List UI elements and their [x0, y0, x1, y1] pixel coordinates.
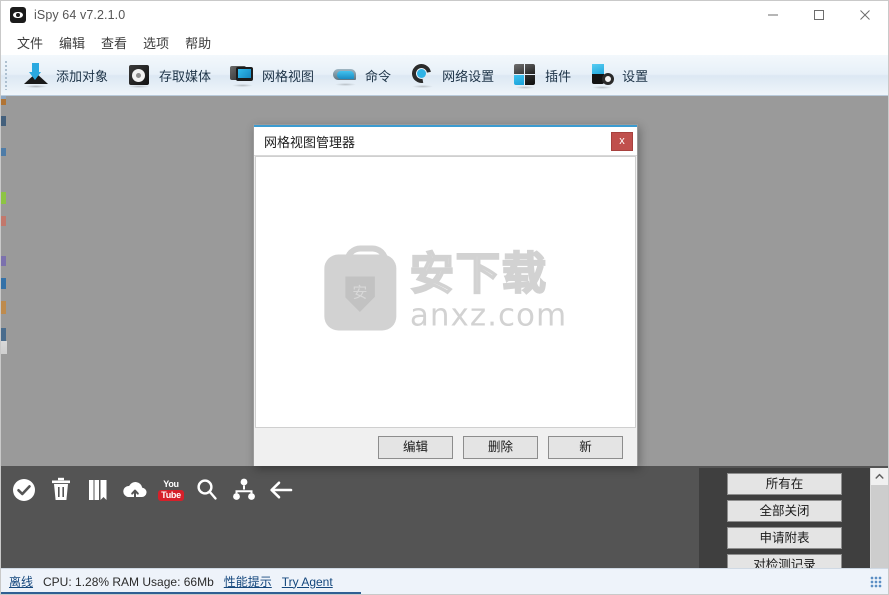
menu-item-options[interactable]: 选项 — [135, 30, 177, 55]
menu-item-edit[interactable]: 编辑 — [51, 30, 93, 55]
menu-item-view[interactable]: 查看 — [93, 30, 135, 55]
toolbar-button-access-media[interactable]: 存取媒体 — [117, 56, 220, 94]
dialog-new-button[interactable]: 新 — [548, 435, 623, 459]
watermark-en-text: anxz.com — [409, 297, 568, 334]
toolbar-grip[interactable] — [4, 60, 8, 90]
toolbar-button-network-settings[interactable]: 网络设置 — [400, 56, 503, 94]
panel-button-all-on[interactable]: 所有在 — [727, 473, 842, 495]
plugins-icon — [512, 62, 538, 89]
right-panel-button-list: 所有在 全部关闭 申请附表 对检测记录 警戒记录 记录关闭 记录所有 — [699, 468, 870, 570]
dialog-delete-button[interactable]: 删除 — [463, 435, 538, 459]
youtube-icon-line1: You — [163, 478, 179, 489]
settings-icon — [589, 62, 615, 89]
window-title: iSpy 64 v7.2.1.0 — [34, 8, 126, 22]
toolbar-label-plugins: 插件 — [545, 68, 572, 84]
menu-item-help[interactable]: 帮助 — [177, 30, 219, 55]
chevron-up-icon[interactable] — [871, 468, 888, 485]
back-arrow-icon[interactable] — [266, 475, 296, 505]
main-toolbar: 添加对象 存取媒体 网格视图 命令 网络设置 插件 设置 — [1, 55, 888, 96]
menu-bar: 文件 编辑 查看 选项 帮助 — [1, 29, 888, 55]
share-network-icon[interactable] — [229, 475, 259, 505]
toolbar-button-add-object[interactable]: 添加对象 — [14, 56, 117, 94]
toolbar-label-grid-view: 网格视图 — [262, 68, 315, 84]
watermark-text: 安下载 anxz.com — [409, 248, 568, 334]
book-icon[interactable] — [83, 475, 113, 505]
viewport-control-icons: You Tube — [9, 472, 296, 508]
right-control-panel: 所有在 全部关闭 申请附表 对检测记录 警戒记录 记录关闭 记录所有 — [691, 466, 888, 570]
check-circle-icon[interactable] — [9, 475, 39, 505]
status-resource-stats: CPU: 1.28% RAM Usage: 66Mb — [43, 574, 214, 589]
cloud-upload-icon[interactable] — [120, 475, 150, 505]
viewport-control-bar: You Tube 所有在 全部关闭 申请附表 对检测记录 — [1, 466, 888, 570]
watermark-badge-icon: 安 — [323, 245, 396, 330]
application-window: iSpy 64 v7.2.1.0 文件 编辑 查看 选项 帮助 添加对象 存取媒… — [0, 0, 889, 595]
dialog-close-icon[interactable]: x — [611, 131, 633, 151]
watermark-logo: 安 安下载 anxz.com — [323, 245, 568, 334]
panel-button-apply-schedule[interactable]: 申请附表 — [727, 527, 842, 549]
youtube-icon[interactable]: You Tube — [157, 476, 185, 504]
watermark-shield-glyph: 安 — [344, 276, 375, 312]
add-object-icon — [23, 62, 49, 88]
window-controls — [750, 1, 888, 29]
trash-icon[interactable] — [46, 475, 76, 505]
close-icon[interactable] — [842, 1, 888, 29]
dialog-title-bar: 网格视图管理器 x — [254, 127, 637, 156]
search-magnifier-icon[interactable] — [192, 475, 222, 505]
youtube-icon-line2: Tube — [158, 489, 184, 501]
title-bar: iSpy 64 v7.2.1.0 — [1, 1, 888, 29]
maximize-icon[interactable] — [796, 1, 842, 29]
toolbar-button-command[interactable]: 命令 — [323, 56, 400, 94]
status-bar: 离线 CPU: 1.28% RAM Usage: 66Mb 性能提示 Try A… — [1, 568, 888, 594]
window-resize-grip[interactable] — [870, 575, 882, 588]
scrollbar-thumb[interactable] — [871, 485, 888, 570]
minimize-icon[interactable] — [750, 1, 796, 29]
access-media-icon — [126, 62, 152, 88]
status-accent-underline — [1, 592, 361, 594]
viewport-left-edge-strip — [1, 96, 6, 371]
toolbar-button-plugins[interactable]: 插件 — [503, 56, 580, 94]
ispy-eye-icon — [10, 7, 26, 23]
status-performance-tips-link[interactable]: 性能提示 — [224, 573, 272, 590]
status-try-agent-link[interactable]: Try Agent — [282, 575, 333, 589]
dialog-title: 网格视图管理器 — [264, 134, 356, 150]
toolbar-label-settings: 设置 — [622, 68, 649, 84]
network-settings-icon — [408, 60, 435, 88]
status-connection-link[interactable]: 离线 — [9, 573, 33, 590]
menu-item-file[interactable]: 文件 — [9, 30, 51, 55]
toolbar-label-command: 命令 — [365, 68, 392, 84]
panel-button-close-all[interactable]: 全部关闭 — [727, 500, 842, 522]
viewport-left-edge-strip-lower — [1, 341, 7, 373]
toolbar-label-add-object: 添加对象 — [56, 68, 109, 84]
grid-view-manager-dialog: 网格视图管理器 x 安 安下载 anxz.com 编辑 删除 新 — [253, 124, 638, 466]
right-panel-scrollbar[interactable] — [870, 468, 888, 570]
toolbar-button-grid-view[interactable]: 网格视图 — [220, 56, 323, 94]
grid-view-icon — [229, 62, 255, 88]
dialog-list-area[interactable]: 安 安下载 anxz.com — [255, 156, 636, 428]
toolbar-button-settings[interactable]: 设置 — [580, 56, 657, 94]
toolbar-label-access-media: 存取媒体 — [159, 68, 212, 84]
toolbar-label-network-settings: 网络设置 — [442, 68, 495, 84]
command-icon — [332, 62, 358, 88]
watermark-cn-text: 安下载 — [409, 248, 548, 300]
dialog-edit-button[interactable]: 编辑 — [378, 435, 453, 459]
dialog-footer: 编辑 删除 新 — [254, 428, 637, 466]
